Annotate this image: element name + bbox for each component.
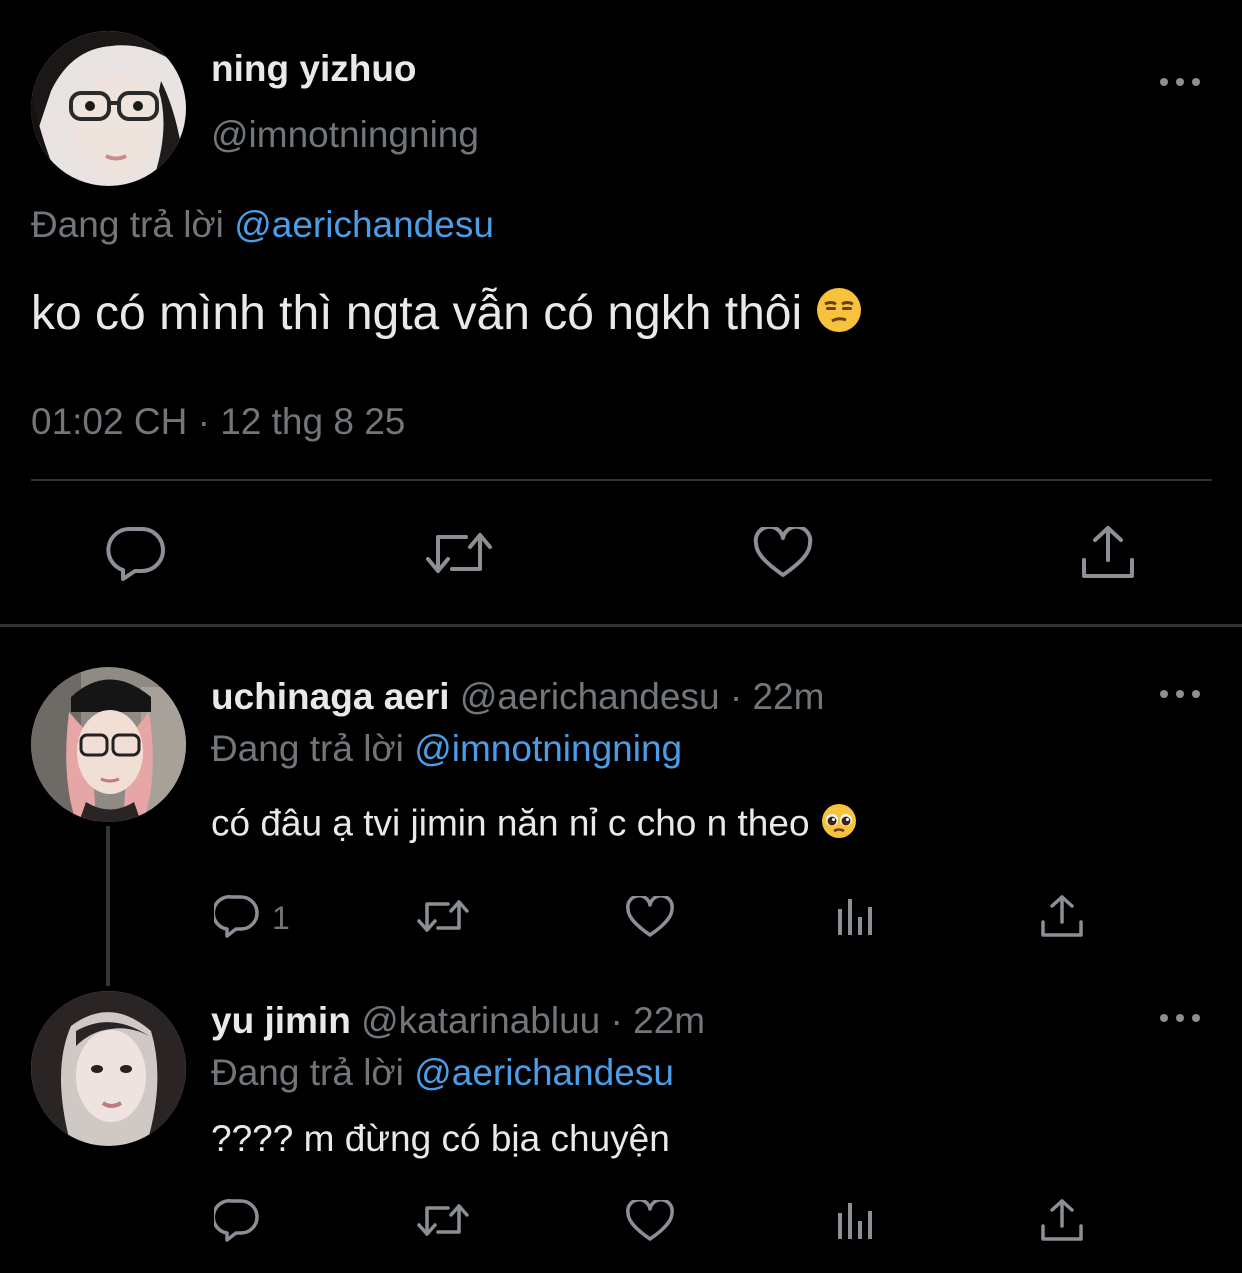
retweet-icon[interactable] bbox=[416, 896, 470, 936]
replying-prefix: Đang trả lời bbox=[211, 728, 404, 769]
retweet-icon[interactable] bbox=[416, 1200, 470, 1240]
replying-to-handle[interactable]: @aerichandesu bbox=[414, 1052, 674, 1093]
replying-to-handle[interactable]: @aerichandesu bbox=[234, 204, 494, 245]
relative-time[interactable]: 22m bbox=[633, 1000, 705, 1041]
tweet-text: có đâu ạ tvi jimin năn nỉ c cho n theo bbox=[211, 802, 810, 844]
thread-line bbox=[106, 826, 110, 986]
avatar[interactable] bbox=[31, 991, 186, 1146]
divider bbox=[31, 479, 1212, 481]
replying-to-line: Đang trả lời @imnotningning bbox=[211, 728, 682, 770]
more-options-icon[interactable] bbox=[1160, 684, 1200, 704]
display-name[interactable]: yu jimin bbox=[211, 1000, 351, 1041]
reply-count: 1 bbox=[272, 900, 290, 936]
share-icon[interactable] bbox=[1040, 1198, 1084, 1242]
share-icon[interactable] bbox=[1080, 524, 1136, 580]
more-options-icon[interactable] bbox=[1160, 72, 1200, 92]
pleading-face-icon bbox=[820, 802, 858, 849]
reply-icon[interactable] bbox=[105, 525, 167, 581]
tweet-text-line: ko có mình thì ngta vẫn có ngkh thôi bbox=[31, 286, 863, 346]
avatar[interactable] bbox=[31, 31, 186, 186]
timestamp[interactable]: 01:02 CH · 12 thg 8 25 bbox=[31, 401, 405, 443]
like-icon[interactable] bbox=[753, 527, 813, 579]
tweet-text-line: có đâu ạ tvi jimin năn nỉ c cho n theo bbox=[211, 802, 858, 849]
reply-header: uchinaga aeri @aerichandesu · 22m bbox=[211, 676, 824, 718]
replying-prefix: Đang trả lời bbox=[211, 1052, 404, 1093]
share-icon[interactable] bbox=[1040, 894, 1084, 938]
separator: · bbox=[610, 1000, 623, 1041]
display-name[interactable]: ning yizhuo bbox=[211, 48, 417, 90]
unamused-face-icon bbox=[815, 286, 863, 346]
tweet-text: ko có mình thì ngta vẫn có ngkh thôi bbox=[31, 287, 803, 340]
relative-time[interactable]: 22m bbox=[752, 676, 824, 717]
analytics-icon[interactable] bbox=[836, 895, 878, 937]
avatar[interactable] bbox=[31, 667, 186, 822]
reply-icon[interactable] bbox=[214, 1198, 260, 1242]
replying-to-line: Đang trả lời @aerichandesu bbox=[211, 1052, 674, 1094]
replying-to-handle[interactable]: @imnotningning bbox=[414, 728, 682, 769]
handle[interactable]: @aerichandesu bbox=[460, 676, 720, 717]
tweet-text: ???? m đừng có bịa chuyện bbox=[211, 1118, 670, 1159]
separator: · bbox=[729, 676, 743, 717]
section-divider bbox=[0, 624, 1242, 627]
handle[interactable]: @imnotningning bbox=[211, 114, 479, 156]
like-icon[interactable] bbox=[626, 896, 674, 938]
replying-to-line: Đang trả lời @aerichandesu bbox=[31, 204, 494, 246]
replying-prefix: Đang trả lời bbox=[31, 204, 224, 245]
display-name[interactable]: uchinaga aeri bbox=[211, 676, 450, 717]
reply-icon[interactable] bbox=[214, 894, 260, 938]
reply-header: yu jimin @katarinabluu · 22m bbox=[211, 1000, 705, 1042]
analytics-icon[interactable] bbox=[836, 1199, 878, 1241]
retweet-icon[interactable] bbox=[424, 527, 494, 579]
more-options-icon[interactable] bbox=[1160, 1008, 1200, 1028]
like-icon[interactable] bbox=[626, 1200, 674, 1242]
handle[interactable]: @katarinabluu bbox=[361, 1000, 600, 1041]
